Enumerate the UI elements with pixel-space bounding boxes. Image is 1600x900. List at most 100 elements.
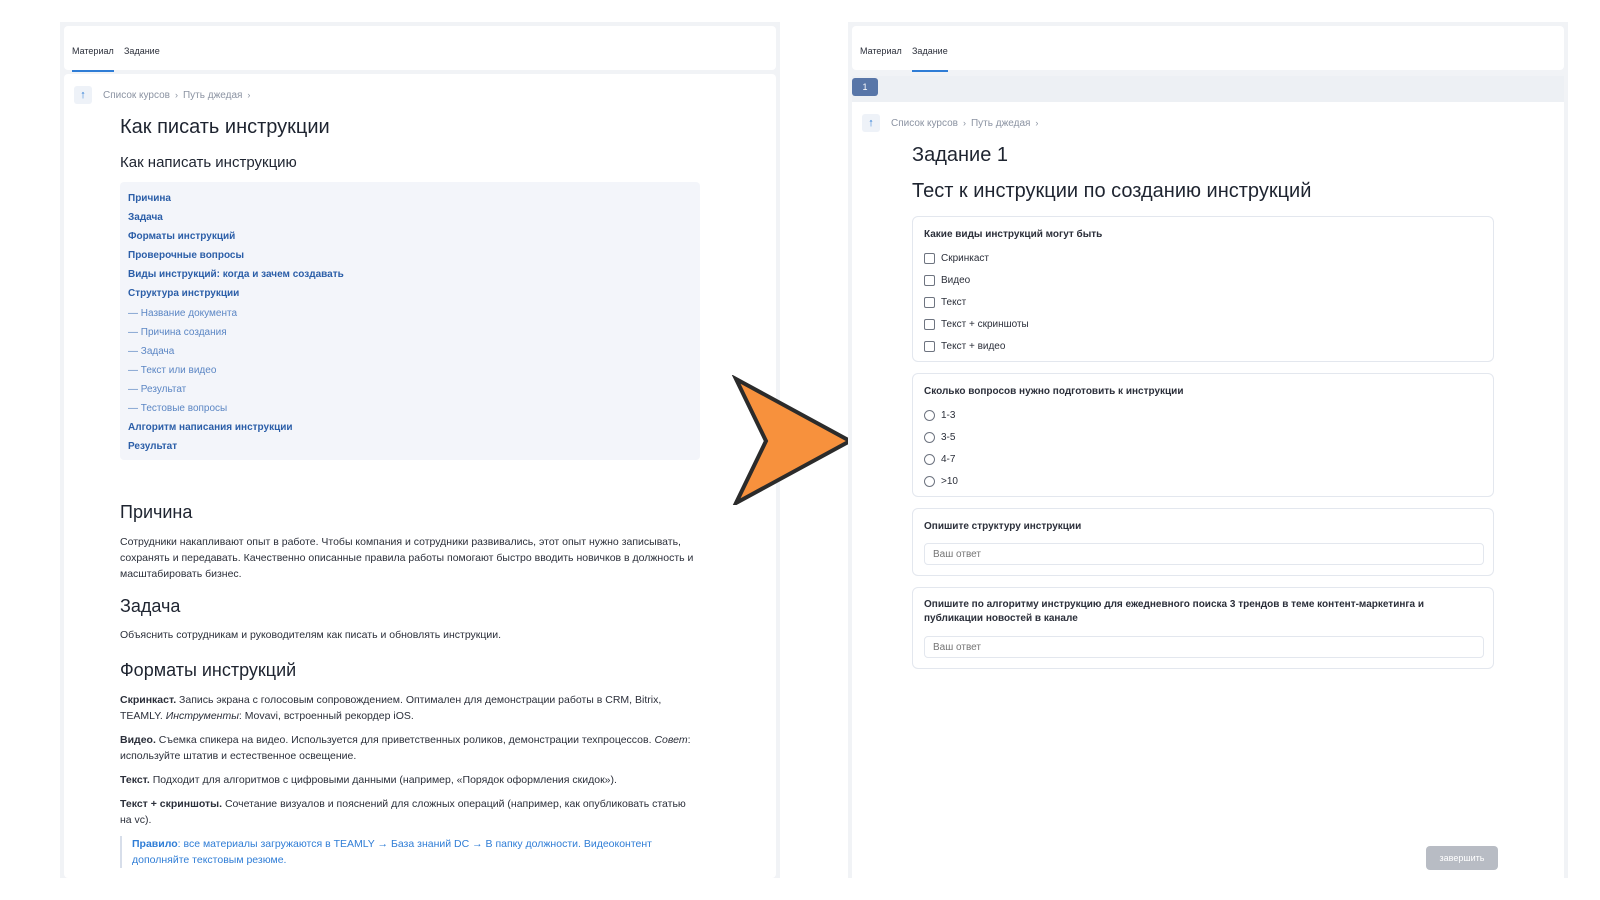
toc-item[interactable]: Алгоритм написания инструкции (128, 420, 692, 439)
option-label: 3-5 (941, 432, 956, 443)
task-content: ↑ Список курсов › Путь джедая › Задание … (852, 102, 1564, 878)
question-card-3: Опишите структуру инструкции (912, 508, 1494, 576)
tab-bar: Материал Задание (64, 26, 776, 72)
toc-subitem[interactable]: — Текст или видео (128, 363, 692, 382)
toc-subitem[interactable]: — Причина создания (128, 325, 692, 344)
reason-text: Сотрудники накапливают опыт в работе. Чт… (120, 536, 694, 580)
breadcrumb-jedi[interactable]: Путь джедая (183, 90, 242, 101)
breadcrumb-courses[interactable]: Список курсов (103, 90, 170, 101)
radio[interactable] (924, 476, 935, 487)
toc-subitem[interactable]: — Тестовые вопросы (128, 401, 692, 420)
checkbox-option[interactable]: Текст + видео (924, 341, 1005, 352)
checkbox[interactable] (924, 253, 935, 264)
checkbox-option[interactable]: Текст (924, 297, 966, 308)
checkbox-option[interactable]: Скринкаст (924, 253, 989, 264)
question-title: Какие виды инструкций могут быть (924, 229, 1103, 240)
task-subtitle: Тест к инструкции по созданию инструкций (912, 180, 1312, 202)
option-label: 4-7 (941, 454, 956, 465)
checkbox[interactable] (924, 297, 935, 308)
section-heading-formats: Форматы инструкций (120, 660, 297, 680)
table-of-contents: Причина Задача Форматы инструкций Провер… (120, 182, 700, 460)
section-heading-task: Задача (120, 596, 181, 616)
tab-material[interactable]: Материал (860, 46, 902, 56)
format-label: Скринкаст. (120, 694, 177, 706)
radio[interactable] (924, 454, 935, 465)
tab-task[interactable]: Задание (124, 46, 160, 56)
tab-bar: Материал Задание (852, 26, 1564, 72)
toc-subitem[interactable]: — Задача (128, 344, 692, 363)
format-label: Текст + скриншоты. (120, 798, 223, 810)
chevron-right-icon: › (1035, 118, 1039, 128)
option-label: Скринкаст (941, 253, 990, 264)
breadcrumb: ↑ Список курсов › Путь джедая › (862, 114, 1038, 132)
radio-option[interactable]: >10 (924, 476, 958, 487)
breadcrumb-courses[interactable]: Список курсов (891, 118, 958, 129)
chevron-right-arrow-icon (731, 375, 855, 505)
chevron-right-icon: › (962, 118, 966, 128)
option-label: Текст + скриншоты (941, 319, 1029, 330)
tab-material[interactable]: Материал (72, 46, 114, 72)
format-video: Видео. Съемка спикера на видео. Использу… (120, 732, 700, 764)
checkbox[interactable] (924, 341, 935, 352)
format-label: Текст. (120, 774, 150, 786)
checkbox-option[interactable]: Видео (924, 275, 970, 286)
arrow-up-icon[interactable]: ↑ (74, 86, 92, 104)
toc-item[interactable]: Результат (128, 439, 692, 458)
material-panel: Материал Задание ↑ Список курсов › Путь … (60, 22, 780, 878)
option-label: 1-3 (941, 410, 956, 421)
toc-item[interactable]: Проверочные вопросы (128, 248, 692, 267)
question-title: Опишите структуру инструкции (924, 521, 1082, 532)
page-number-button[interactable]: 1 (852, 78, 878, 96)
question-card-4: Опишите по алгоритму инструкцию для ежед… (912, 587, 1494, 669)
radio[interactable] (924, 432, 935, 443)
radio-option[interactable]: 4-7 (924, 454, 955, 465)
rule-text: : все материалы загружаются в TEAMLY → Б… (132, 838, 652, 866)
checkbox[interactable] (924, 319, 935, 330)
section-heading-reason: Причина (120, 502, 193, 522)
answer-input[interactable] (924, 543, 1484, 565)
question-pager: 1 (852, 76, 1564, 102)
tab-task[interactable]: Задание (912, 46, 948, 72)
task-text: Объяснить сотрудникам и руководителям ка… (120, 629, 502, 641)
radio[interactable] (924, 410, 935, 421)
format-italic: Инструменты (165, 710, 239, 722)
checkbox-option[interactable]: Текст + скриншоты (924, 319, 1029, 330)
question-title: Сколько вопросов нужно подготовить к инс… (924, 386, 1184, 397)
chevron-right-icon: › (174, 90, 178, 100)
format-text: Подходит для алгоритмов с цифровыми данн… (149, 774, 617, 786)
checkbox[interactable] (924, 275, 935, 286)
breadcrumb: ↑ Список курсов › Путь джедая › (74, 86, 250, 104)
page-title: Как писать инструкции (120, 116, 330, 138)
answer-input[interactable] (924, 636, 1484, 658)
radio-option[interactable]: 3-5 (924, 432, 955, 443)
toc-item[interactable]: Форматы инструкций (128, 229, 692, 248)
arrow-up-icon[interactable]: ↑ (862, 114, 880, 132)
option-label: Текст (941, 297, 967, 308)
radio-option[interactable]: 1-3 (924, 410, 955, 421)
task-panel: Материал Задание 1 ↑ Список курсов › Пут… (848, 22, 1568, 878)
finish-button[interactable]: завершить (1426, 846, 1498, 870)
toc-item[interactable]: Задача (128, 210, 692, 229)
arrow-fill (736, 379, 850, 503)
question-title: Опишите по алгоритму инструкцию для ежед… (924, 599, 1425, 624)
question-card-2: Сколько вопросов нужно подготовить к инс… (912, 373, 1494, 497)
chevron-right-icon: › (247, 90, 251, 100)
toc-item[interactable]: Виды инструкций: когда и зачем создавать (128, 267, 692, 286)
format-text-only: Текст. Подходит для алгоритмов с цифровы… (120, 772, 700, 788)
toc-subitem[interactable]: — Результат (128, 382, 692, 401)
toc-item[interactable]: Структура инструкции (128, 286, 692, 305)
breadcrumb-jedi[interactable]: Путь джедая (971, 118, 1030, 129)
format-text-screenshots: Текст + скриншоты. Сочетание визуалов и … (120, 796, 700, 828)
toc-item[interactable]: Причина (128, 191, 692, 210)
format-italic: Совет (654, 734, 688, 746)
option-label: >10 (941, 476, 958, 487)
format-tail: : Movavi, встроенный рекордер iOS. (238, 710, 414, 722)
toc-subitem[interactable]: — Название документа (128, 306, 692, 325)
format-screencast: Скринкаст. Запись экрана с голосовым соп… (120, 692, 700, 724)
format-text: Съемка спикера на видео. Используется дл… (155, 734, 655, 746)
question-card-1: Какие виды инструкций могут быть Скринка… (912, 216, 1494, 362)
option-label: Текст + видео (941, 341, 1006, 352)
rule-label: Правило (132, 838, 178, 850)
format-label: Видео. (120, 734, 156, 746)
rule-callout: Правило: все материалы загружаются в TEA… (120, 836, 700, 868)
